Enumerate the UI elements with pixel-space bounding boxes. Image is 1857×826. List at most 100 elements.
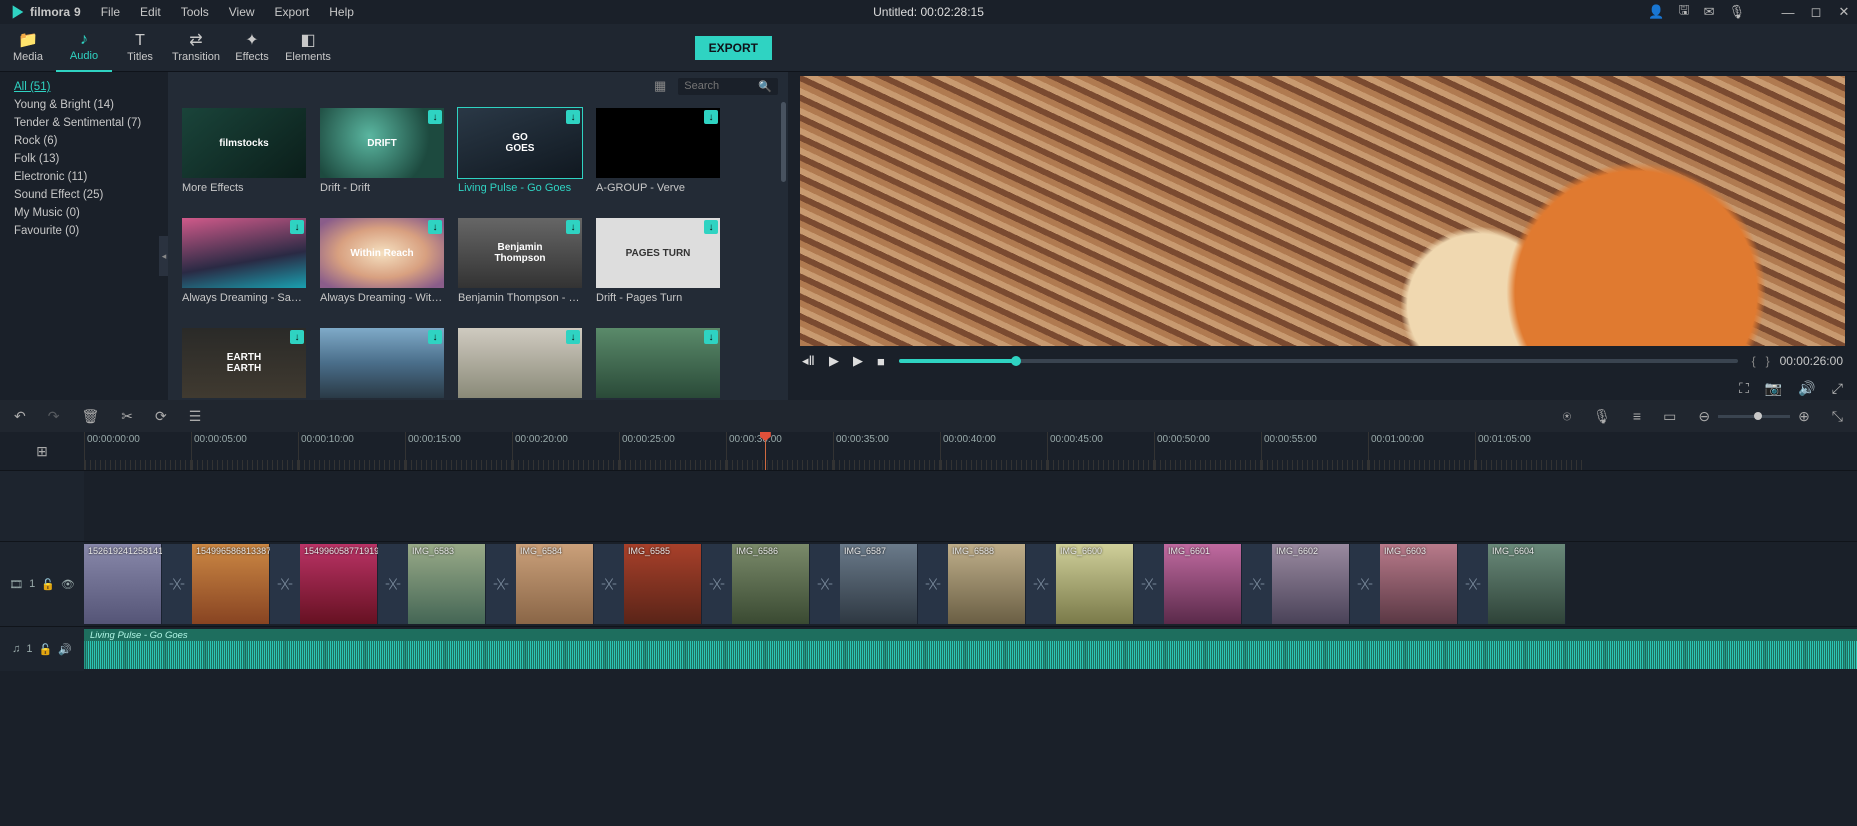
playhead[interactable] bbox=[765, 432, 766, 470]
menu-file[interactable]: File bbox=[91, 5, 130, 19]
category-item[interactable]: Favourite (0) bbox=[0, 222, 168, 240]
next-frame-icon[interactable]: ▶ bbox=[853, 353, 863, 369]
transition-block[interactable] bbox=[486, 544, 516, 624]
transition-block[interactable] bbox=[1026, 544, 1056, 624]
window-close[interactable]: ✕ bbox=[1837, 5, 1851, 19]
download-icon[interactable]: ↓ bbox=[428, 330, 442, 344]
video-clip[interactable]: 15499658681338702_... bbox=[192, 544, 270, 624]
transition-block[interactable] bbox=[594, 544, 624, 624]
video-clip[interactable]: IMG_6602 bbox=[1272, 544, 1350, 624]
transition-block[interactable] bbox=[1134, 544, 1164, 624]
seek-bar[interactable] bbox=[899, 359, 1738, 363]
download-icon[interactable]: ↓ bbox=[290, 330, 304, 344]
mixer-icon[interactable]: ≡ bbox=[1633, 408, 1641, 424]
record-vo-icon[interactable]: 🎙 bbox=[1593, 408, 1611, 425]
video-clip[interactable]: IMG_6604 bbox=[1488, 544, 1566, 624]
prev-frame-icon[interactable]: ◂Ⅱ bbox=[802, 353, 815, 369]
transition-block[interactable] bbox=[270, 544, 300, 624]
volume-icon[interactable]: 🔊 bbox=[1798, 380, 1815, 397]
split-icon[interactable]: ✂ bbox=[121, 408, 133, 425]
zoom-slider[interactable] bbox=[1718, 415, 1790, 418]
category-item[interactable]: All (51) bbox=[0, 78, 168, 96]
export-button[interactable]: EXPORT bbox=[695, 36, 772, 60]
category-item[interactable]: Rock (6) bbox=[0, 132, 168, 150]
asset-item[interactable]: ↓A-GROUP - Verve bbox=[596, 108, 720, 204]
video-clip[interactable]: 15499605877191989_... bbox=[300, 544, 378, 624]
zoom-in-icon[interactable]: ⊕ bbox=[1798, 408, 1810, 425]
asset-item[interactable]: ↓EARTH EARTH bbox=[182, 328, 306, 400]
asset-item[interactable]: ↓DRIFTDrift - Drift bbox=[320, 108, 444, 204]
stop-icon[interactable]: ■ bbox=[877, 354, 885, 369]
category-item[interactable]: Tender & Sentimental (7) bbox=[0, 114, 168, 132]
window-minimize[interactable]: — bbox=[1781, 5, 1795, 19]
asset-item[interactable]: ↓Always Dreaming - Same... bbox=[182, 218, 306, 314]
lock-icon[interactable]: 🔓 bbox=[41, 578, 55, 591]
video-clip[interactable]: IMG_6586 bbox=[732, 544, 810, 624]
asset-item[interactable]: ↓GO GOESLiving Pulse - Go Goes bbox=[458, 108, 582, 204]
add-track-icon[interactable]: ⊞ bbox=[36, 443, 48, 460]
tab-titles[interactable]: TTitles bbox=[112, 24, 168, 72]
download-icon[interactable]: ↓ bbox=[566, 330, 580, 344]
download-icon[interactable]: ↓ bbox=[290, 220, 304, 234]
tab-transition[interactable]: ⇄Transition bbox=[168, 24, 224, 72]
menu-edit[interactable]: Edit bbox=[130, 5, 171, 19]
download-icon[interactable]: ↓ bbox=[704, 330, 718, 344]
video-clip[interactable]: IMG_6600 bbox=[1056, 544, 1134, 624]
redo-icon[interactable]: ↷ bbox=[48, 408, 60, 425]
video-clip[interactable]: IMG_6588 bbox=[948, 544, 1026, 624]
eye-icon[interactable]: 👁 bbox=[61, 578, 75, 591]
play-icon[interactable]: ▶ bbox=[829, 353, 839, 369]
adjust-icon[interactable]: ☰ bbox=[189, 408, 202, 425]
fullscreen-icon[interactable]: ⤢ bbox=[1832, 380, 1843, 397]
asset-item[interactable]: ↓Within ReachAlways Dreaming - Withi... bbox=[320, 218, 444, 314]
transition-block[interactable] bbox=[918, 544, 948, 624]
transition-block[interactable] bbox=[810, 544, 840, 624]
search-box[interactable]: 🔍 bbox=[678, 78, 778, 95]
asset-item[interactable]: ↓Benjamin ThompsonBenjamin Thompson - Lu… bbox=[458, 218, 582, 314]
download-icon[interactable]: ↓ bbox=[566, 220, 580, 234]
video-clip[interactable]: IMG_6587 bbox=[840, 544, 918, 624]
search-icon[interactable]: 🔍 bbox=[758, 80, 772, 93]
delete-icon[interactable]: 🗑 bbox=[81, 408, 99, 425]
marker-icon[interactable]: ⍟ bbox=[1563, 408, 1571, 425]
video-clip[interactable]: IMG_6585 bbox=[624, 544, 702, 624]
tab-audio[interactable]: ♪Audio bbox=[56, 24, 112, 72]
audio-clip[interactable]: Living Pulse - Go Goes bbox=[84, 629, 1857, 669]
category-item[interactable]: Young & Bright (14) bbox=[0, 96, 168, 114]
asset-item[interactable]: ↓ bbox=[596, 328, 720, 400]
tab-elements[interactable]: ◧Elements bbox=[280, 24, 336, 72]
download-icon[interactable]: ↓ bbox=[428, 110, 442, 124]
download-icon[interactable]: ↓ bbox=[566, 110, 580, 124]
grid-view-icon[interactable]: ▦ bbox=[654, 78, 666, 94]
mark-in-icon[interactable]: { bbox=[1752, 354, 1756, 368]
asset-item[interactable]: ↓PAGES TURNDrift - Pages Turn bbox=[596, 218, 720, 314]
undo-icon[interactable]: ↶ bbox=[14, 408, 26, 425]
render-icon[interactable]: ▭ bbox=[1663, 408, 1676, 425]
account-icon[interactable]: 👤 bbox=[1648, 4, 1664, 20]
library-scrollbar[interactable] bbox=[781, 102, 786, 182]
preview-video[interactable] bbox=[800, 76, 1845, 346]
menu-export[interactable]: Export bbox=[265, 5, 320, 19]
download-icon[interactable]: ↓ bbox=[704, 110, 718, 124]
speed-icon[interactable]: ⟳ bbox=[155, 408, 167, 425]
search-input[interactable] bbox=[684, 80, 754, 92]
mark-out-icon[interactable]: } bbox=[1766, 354, 1770, 368]
quality-icon[interactable]: ⛶ bbox=[1739, 380, 1749, 397]
download-icon[interactable]: ↓ bbox=[428, 220, 442, 234]
tab-effects[interactable]: ✦Effects bbox=[224, 24, 280, 72]
video-clip[interactable]: IMG_6584 bbox=[516, 544, 594, 624]
video-clip[interactable]: IMG_6583 bbox=[408, 544, 486, 624]
asset-item[interactable]: filmstocksMore Effects bbox=[182, 108, 306, 204]
category-item[interactable]: Sound Effect (25) bbox=[0, 186, 168, 204]
category-item[interactable]: Folk (13) bbox=[0, 150, 168, 168]
snapshot-icon[interactable]: 📷 bbox=[1765, 380, 1782, 397]
video-clip[interactable]: 15261924125814194_... bbox=[84, 544, 162, 624]
download-icon[interactable]: ↓ bbox=[704, 220, 718, 234]
video-clip[interactable]: IMG_6603 bbox=[1380, 544, 1458, 624]
mic-icon[interactable]: 🎙 bbox=[1728, 4, 1745, 20]
tab-media[interactable]: 📁Media bbox=[0, 24, 56, 72]
menu-help[interactable]: Help bbox=[319, 5, 364, 19]
zoom-out-icon[interactable]: ⊖ bbox=[1698, 408, 1710, 425]
asset-item[interactable]: ↓ bbox=[320, 328, 444, 400]
save-icon[interactable]: 🖫 bbox=[1679, 1, 1690, 23]
